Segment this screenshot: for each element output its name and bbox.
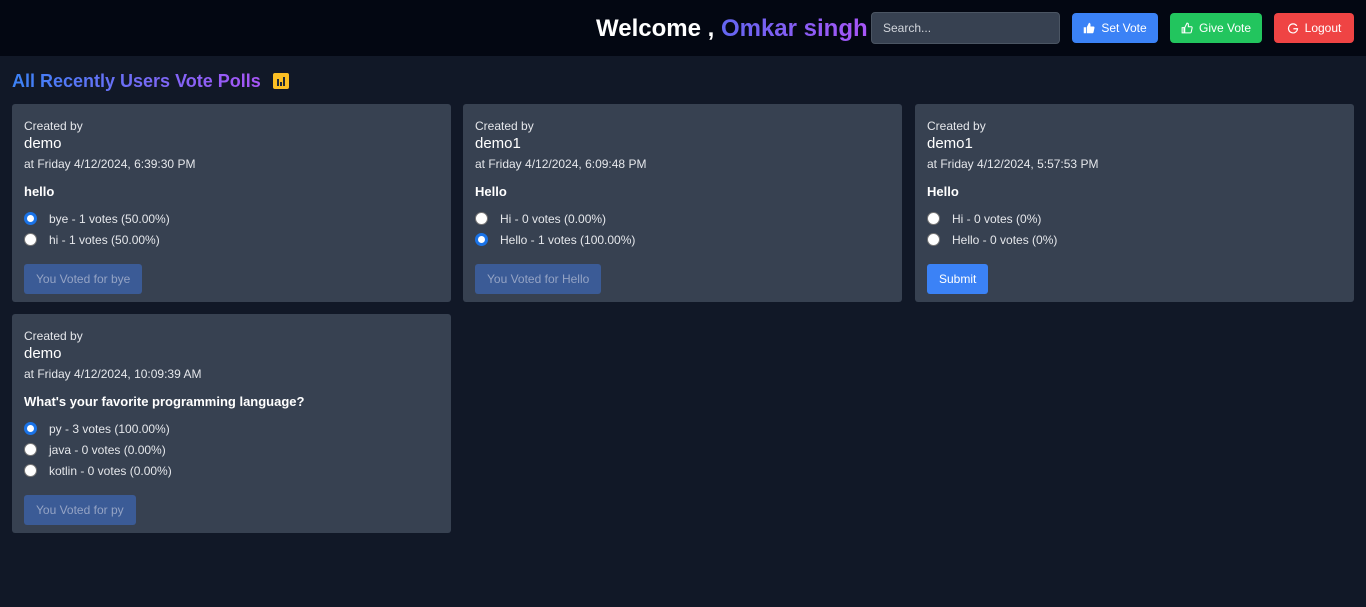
poll-option[interactable]: Hello - 1 votes (100.00%): [475, 229, 890, 250]
poll-options: bye - 1 votes (50.00%) hi - 1 votes (50.…: [24, 208, 439, 250]
poll-option[interactable]: hi - 1 votes (50.00%): [24, 229, 439, 250]
created-by-label: Created by: [24, 329, 83, 343]
created-by-label: Created by: [475, 119, 534, 133]
option-label: bye - 1 votes (50.00%): [49, 211, 170, 226]
voted-status-button: You Voted for bye: [24, 264, 143, 294]
poll-option[interactable]: java - 0 votes (0.00%): [24, 439, 439, 460]
google-logo-icon: [1287, 23, 1298, 34]
set-vote-label: Set Vote: [1101, 21, 1147, 35]
option-label: java - 0 votes (0.00%): [49, 442, 166, 457]
option-label: Hi - 0 votes (0%): [952, 211, 1042, 226]
option-label: Hi - 0 votes (0.00%): [500, 211, 607, 226]
voted-status-button: You Voted for Hello: [475, 264, 602, 294]
poll-date: at Friday 4/12/2024, 5:57:53 PM: [927, 157, 1099, 171]
poll-option[interactable]: bye - 1 votes (50.00%): [24, 208, 439, 229]
radio-button[interactable]: [24, 233, 37, 246]
poll-card: Created by demo at Friday 4/12/2024, 10:…: [12, 314, 451, 533]
poll-creator: demo: [24, 135, 62, 152]
poll-card: Created by demo1 at Friday 4/12/2024, 6:…: [463, 104, 902, 302]
option-label: Hello - 1 votes (100.00%): [500, 232, 636, 247]
poll-card: Created by demo at Friday 4/12/2024, 6:3…: [12, 104, 451, 302]
bar-chart-icon: [272, 73, 289, 89]
thumbs-up-icon: [1084, 22, 1095, 34]
radio-button-checked[interactable]: [475, 233, 488, 246]
radio-button[interactable]: [927, 212, 940, 225]
poll-option[interactable]: py - 3 votes (100.00%): [24, 418, 439, 439]
poll-option[interactable]: Hi - 0 votes (0.00%): [475, 208, 890, 229]
user-name: Omkar singh: [720, 15, 868, 42]
submit-button[interactable]: Submit: [927, 264, 989, 294]
poll-date: at Friday 4/12/2024, 6:09:48 PM: [475, 157, 647, 171]
poll-question: What's your favorite programming languag…: [24, 394, 305, 409]
created-by-label: Created by: [927, 119, 986, 133]
radio-button[interactable]: [475, 212, 488, 225]
logout-label: Logout: [1304, 21, 1342, 35]
poll-question: Hello: [927, 184, 959, 199]
thumbs-up-outline-icon: [1181, 22, 1193, 34]
page-heading: All Recently Users Vote Polls: [12, 70, 289, 92]
radio-button-checked[interactable]: [24, 212, 37, 225]
option-label: Hello - 0 votes (0%): [952, 232, 1058, 247]
poll-option[interactable]: Hello - 0 votes (0%): [927, 229, 1342, 250]
poll-creator: demo1: [475, 135, 521, 152]
radio-button[interactable]: [24, 443, 37, 456]
option-label: hi - 1 votes (50.00%): [49, 232, 160, 247]
give-vote-button[interactable]: Give Vote: [1170, 13, 1262, 43]
set-vote-button[interactable]: Set Vote: [1072, 13, 1158, 43]
option-label: kotlin - 0 votes (0.00%): [49, 463, 172, 478]
radio-button[interactable]: [927, 233, 940, 246]
poll-options: py - 3 votes (100.00%) java - 0 votes (0…: [24, 418, 439, 481]
created-by-label: Created by: [24, 119, 83, 133]
top-navbar: Welcome , Omkar singh Set Vote Give Vote…: [0, 0, 1366, 56]
poll-card: Created by demo1 at Friday 4/12/2024, 5:…: [915, 104, 1354, 302]
poll-options: Hi - 0 votes (0.00%) Hello - 1 votes (10…: [475, 208, 890, 250]
poll-date: at Friday 4/12/2024, 10:09:39 AM: [24, 367, 202, 381]
logout-button[interactable]: Logout: [1274, 13, 1354, 43]
voted-status-button: You Voted for py: [24, 495, 136, 525]
welcome-message: Welcome , Omkar singh: [596, 14, 868, 44]
poll-option[interactable]: Hi - 0 votes (0%): [927, 208, 1342, 229]
radio-button[interactable]: [24, 464, 37, 477]
search-input[interactable]: [871, 12, 1060, 44]
poll-option[interactable]: kotlin - 0 votes (0.00%): [24, 460, 439, 481]
poll-question: Hello: [475, 184, 507, 199]
welcome-prefix: Welcome ,: [596, 15, 715, 42]
poll-options: Hi - 0 votes (0%) Hello - 0 votes (0%): [927, 208, 1342, 250]
page-heading-text: All Recently Users Vote Polls: [12, 70, 261, 91]
poll-date: at Friday 4/12/2024, 6:39:30 PM: [24, 157, 196, 171]
poll-question: hello: [24, 184, 55, 199]
give-vote-label: Give Vote: [1198, 21, 1252, 35]
radio-button-checked[interactable]: [24, 422, 37, 435]
option-label: py - 3 votes (100.00%): [49, 421, 170, 436]
poll-creator: demo1: [927, 135, 973, 152]
poll-creator: demo: [24, 345, 62, 362]
